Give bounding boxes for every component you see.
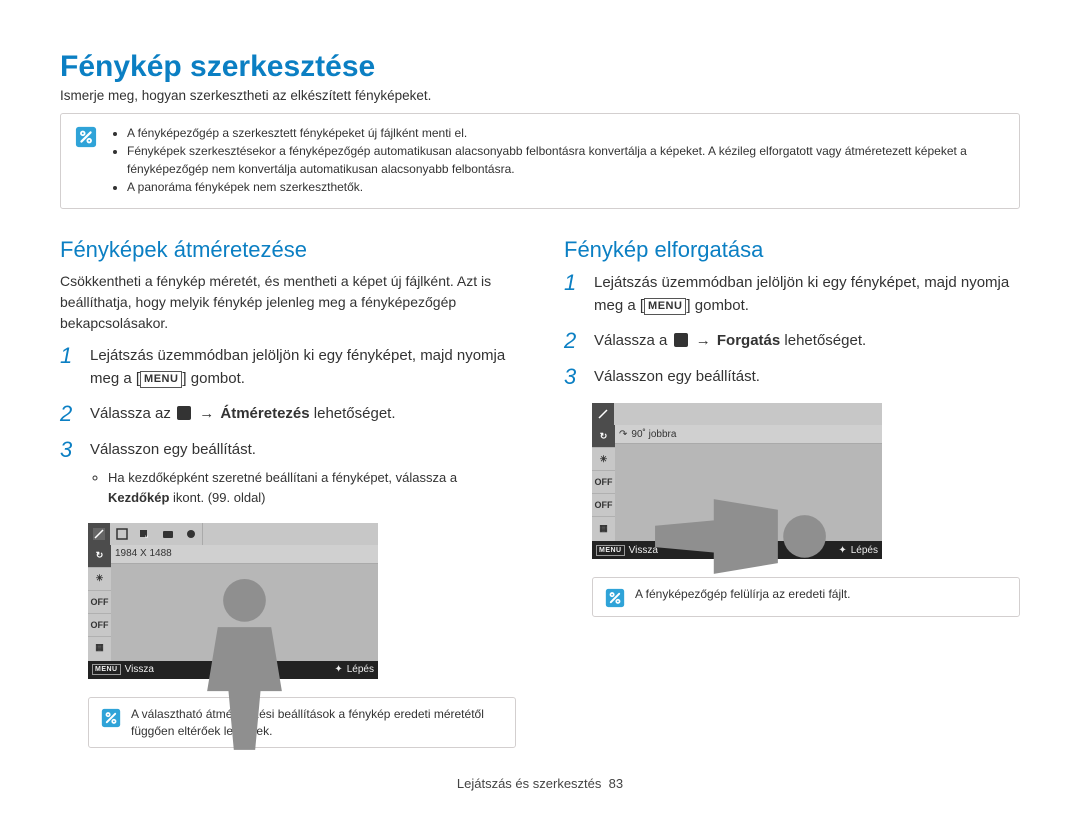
top-tab-icon [111, 523, 133, 545]
menu-badge: MENU [140, 371, 182, 388]
preview-value: 90˚ jobbra [631, 429, 676, 440]
page-title: Fénykép szerkesztése [60, 50, 1020, 84]
edit-tool-icon [177, 406, 191, 420]
edit-tool-icon [674, 333, 688, 347]
note-icon [75, 126, 97, 148]
side-icon: OFF [88, 613, 111, 636]
side-icon: ↻ [592, 425, 615, 447]
preview-value: 1984 X 1488 [111, 545, 378, 564]
footer-page-number: 83 [609, 776, 623, 791]
column-rotate: Fénykép elforgatása 1 Lejátszás üzemmódb… [564, 237, 1020, 749]
resize-step-3: 3 Válasszon egy beállítást. Ha kezdőképk… [60, 438, 516, 509]
rotate-step-1: 1 Lejátszás üzemmódban jelöljön ki egy f… [564, 271, 1020, 318]
side-icon: ✳ [88, 567, 111, 590]
menu-badge: MENU [644, 298, 686, 315]
rotate-step-2: 2 Válassza a → Forgatás lehetőséget. [564, 329, 1020, 353]
preview-content: ↷ 90˚ jobbra [615, 425, 882, 541]
preview-content: 1984 X 1488 [111, 545, 378, 661]
step-number: 3 [564, 365, 582, 389]
rotate-arrow-icon: ↷ [619, 429, 627, 440]
top-note-body: A fényképezőgép a szerkesztett fényképek… [109, 124, 1005, 198]
person-silhouette-icon [111, 563, 378, 750]
step-number: 2 [564, 329, 582, 353]
top-tab-icon: M [134, 523, 156, 545]
top-tab-icon [88, 523, 110, 545]
side-icon: OFF [592, 493, 615, 516]
step-text: Válassza az [90, 405, 175, 422]
footer-section: Lejátszás és szerkesztés [457, 776, 602, 791]
side-icon: OFF [592, 470, 615, 493]
step-text: Válassza a [594, 332, 672, 349]
step-number: 1 [60, 344, 78, 391]
rotate-preview: ↻ ✳ OFF OFF ▦ ↷ 90˚ jobbra [592, 403, 882, 559]
step-text: Válasszon egy beállítást. [90, 441, 256, 458]
resize-body: Csökkentheti a fénykép méretét, és menth… [60, 271, 516, 334]
svg-text:M: M [145, 534, 148, 539]
side-icon: OFF [88, 590, 111, 613]
preview-top-tabs: M [88, 523, 378, 545]
step-option: Átméretezés [220, 405, 309, 422]
side-icon: ✳ [592, 447, 615, 470]
top-tab-icon [157, 523, 179, 545]
rotate-step-3: 3 Válasszon egy beállítást. [564, 365, 1020, 389]
side-icon: ↻ [88, 545, 111, 567]
arrow-icon: → [197, 405, 216, 422]
top-note-box: A fényképezőgép a szerkesztett fényképek… [60, 113, 1020, 209]
step-number: 1 [564, 271, 582, 318]
top-note-item: A fényképezőgép a szerkesztett fényképek… [127, 125, 1005, 142]
page-footer: Lejátszás és szerkesztés 83 [60, 776, 1020, 791]
step-number: 2 [60, 402, 78, 426]
rotate-heading: Fénykép elforgatása [564, 237, 1020, 263]
preview-side-icons: ↻ ✳ OFF OFF ▦ [88, 545, 111, 661]
resize-substep: Ha kezdőképként szeretné beállítani a fé… [108, 468, 516, 508]
top-note-item: A panoráma fényképek nem szerkeszthetők. [127, 179, 1005, 196]
page-intro: Ismerje meg, hogyan szerkesztheti az elk… [60, 88, 1020, 103]
resize-preview: M ↻ ✳ OFF OFF ▦ 1984 X 1488 [88, 523, 378, 679]
side-icon: ▦ [88, 636, 111, 659]
step-text: lehetőséget. [310, 405, 396, 422]
preview-side-icons: ↻ ✳ OFF OFF ▦ [592, 425, 615, 541]
side-icon: ▦ [592, 516, 615, 539]
top-tab-icon [180, 523, 203, 545]
step-text: Válasszon egy beállítást. [594, 365, 760, 389]
step-text: lehetőséget. [780, 332, 866, 349]
arrow-icon: → [694, 332, 713, 349]
resize-step-2: 2 Válassza az → Átméretezés lehetőséget. [60, 402, 516, 426]
top-tab-icon [592, 403, 614, 425]
person-silhouette-icon [615, 443, 882, 630]
step-text: ] gombot. [686, 297, 749, 314]
resize-step-1: 1 Lejátszás üzemmódban jelöljön ki egy f… [60, 344, 516, 391]
step-number: 3 [60, 438, 78, 509]
step-option: Forgatás [717, 332, 780, 349]
column-resize: Fényképek átméretezése Csökkentheti a fé… [60, 237, 516, 749]
step-text: ] gombot. [182, 370, 245, 387]
preview-top-tabs [592, 403, 882, 425]
resize-heading: Fényképek átméretezése [60, 237, 516, 263]
top-note-item: Fényképek szerkesztésekor a fényképezőgé… [127, 143, 1005, 178]
